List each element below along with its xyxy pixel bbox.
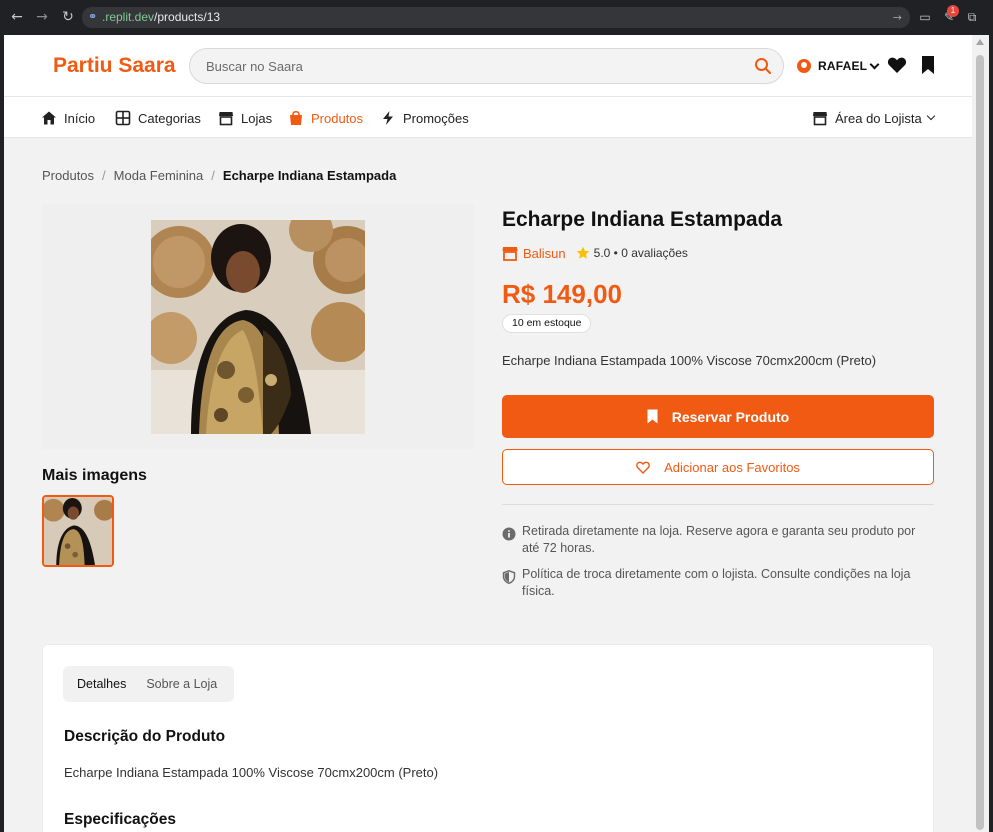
description-text: Echarpe Indiana Estampada 100% Viscose 7… xyxy=(64,765,439,780)
stock-badge: 10 em estoque xyxy=(502,314,592,333)
product-short-description: Echarpe Indiana Estampada 100% Viscose 7… xyxy=(502,353,877,368)
star-icon xyxy=(576,246,589,259)
product-image[interactable] xyxy=(151,220,365,434)
home-icon xyxy=(42,111,56,125)
details-tabs: Detalhes Sobre a Loja xyxy=(63,666,234,702)
nav-item-categorias[interactable]: Categorias xyxy=(115,109,201,127)
breadcrumb-separator: / xyxy=(211,168,215,183)
exchange-info: Política de troca diretamente com o loji… xyxy=(502,566,934,600)
site-header: Partiu Saara Buscar no Saara RAFAEL xyxy=(4,35,972,97)
add-favorite-label: Adicionar aos Favoritos xyxy=(664,459,800,475)
reserve-button[interactable]: Reservar Produto xyxy=(502,395,934,438)
product-title: Echarpe Indiana Estampada xyxy=(502,208,783,231)
more-images-title: Mais imagens xyxy=(42,467,147,484)
tab-sobre-a-loja[interactable]: Sobre a Loja xyxy=(136,671,227,697)
store-icon xyxy=(813,112,827,126)
product-thumbnail[interactable] xyxy=(42,495,114,567)
heart-icon[interactable] xyxy=(887,56,907,74)
store-icon xyxy=(502,246,518,261)
breadcrumb-separator: / xyxy=(102,168,106,183)
url-host: .replit.dev xyxy=(102,10,155,24)
shield-icon xyxy=(502,570,516,584)
go-icon[interactable]: → xyxy=(893,10,902,25)
page-scrollbar[interactable] xyxy=(972,35,989,832)
store-icon xyxy=(219,112,233,126)
pickup-info: Retirada diretamente na loja. Reserve ag… xyxy=(502,523,934,557)
nav-item-inicio[interactable]: Início xyxy=(41,109,95,127)
reload-icon[interactable]: ↻ xyxy=(59,8,77,26)
main-nav: Início Categorias Lojas Produtos Promoçõ… xyxy=(4,97,972,138)
details-card: Detalhes Sobre a Loja Descrição do Produ… xyxy=(42,644,934,832)
page-viewport: Partiu Saara Buscar no Saara RAFAEL Iníc… xyxy=(4,35,972,832)
area-lojista-label: Área do Lojista xyxy=(835,110,922,126)
tab-detalhes[interactable]: Detalhes xyxy=(67,671,137,697)
extension-badge: 1 xyxy=(947,5,959,17)
pickup-info-text: Retirada diretamente na loja. Reserve ag… xyxy=(522,524,916,555)
breadcrumb: Produtos / Moda Feminina / Echarpe India… xyxy=(42,168,396,183)
back-icon[interactable]: ← xyxy=(8,8,26,26)
grid-icon xyxy=(115,110,131,126)
heart-icon xyxy=(636,461,650,474)
user-icon xyxy=(797,59,811,73)
nav-item-promocoes[interactable]: Promoções xyxy=(380,109,469,127)
user-menu[interactable]: RAFAEL xyxy=(797,57,880,75)
reserve-button-label: Reservar Produto xyxy=(671,408,790,425)
nav-item-label: Início xyxy=(64,110,96,126)
scroll-up-icon[interactable] xyxy=(976,39,984,45)
link-icon: ⚭ xyxy=(88,10,98,23)
store-link[interactable]: Balisun xyxy=(523,246,566,261)
add-favorite-button[interactable]: Adicionar aos Favoritos xyxy=(502,449,934,485)
search-placeholder: Buscar no Saara xyxy=(206,59,303,74)
area-lojista-menu[interactable]: Área do Lojista xyxy=(812,109,935,127)
bookmark-icon[interactable] xyxy=(921,55,935,75)
nav-item-produtos[interactable]: Produtos xyxy=(288,109,363,127)
nav-item-lojas[interactable]: Lojas xyxy=(218,109,272,127)
product-price: R$ 149,00 xyxy=(502,279,622,309)
open-external-icon[interactable]: ⧉ xyxy=(964,9,980,25)
url-path: /products/13 xyxy=(154,10,221,24)
search-icon[interactable] xyxy=(753,56,773,76)
site-logo[interactable]: Partiu Saara xyxy=(53,54,176,78)
cast-icon[interactable]: ▭ xyxy=(917,9,933,25)
url-text: .replit.dev/products/13 xyxy=(102,10,220,25)
nav-item-label: Lojas xyxy=(241,110,273,126)
search-input[interactable]: Buscar no Saara xyxy=(189,48,784,84)
address-bar[interactable]: ⚭ .replit.dev/products/13 → xyxy=(82,7,910,28)
divider xyxy=(502,504,934,505)
specs-title: Especificações xyxy=(64,811,177,828)
description-title: Descrição do Produto xyxy=(64,728,226,745)
product-store-rating: Balisun 5.0 • 0 avaliações xyxy=(502,244,688,262)
bag-icon xyxy=(290,110,302,125)
breadcrumb-item-produtos[interactable]: Produtos xyxy=(42,168,94,183)
chevron-down-icon xyxy=(869,59,880,69)
bookmark-icon xyxy=(647,409,658,424)
chevron-down-icon xyxy=(926,111,935,121)
nav-item-label: Produtos xyxy=(311,110,364,126)
breadcrumb-item-category[interactable]: Moda Feminina xyxy=(114,168,204,183)
rating-text: 5.0 • 0 avaliações xyxy=(593,246,688,260)
nav-item-label: Categorias xyxy=(138,110,201,126)
user-name: RAFAEL xyxy=(818,59,868,73)
browser-toolbar: ← → ↻ ⚭ .replit.dev/products/13 → ▭ ✎ 1 … xyxy=(0,0,993,35)
forward-icon[interactable]: → xyxy=(33,8,51,26)
nav-item-label: Promoções xyxy=(403,110,469,126)
exchange-info-text: Política de troca diretamente com o loji… xyxy=(522,567,911,598)
scrollbar-thumb[interactable] xyxy=(976,55,984,830)
info-icon xyxy=(502,527,516,541)
bolt-icon xyxy=(383,111,393,125)
breadcrumb-current: Echarpe Indiana Estampada xyxy=(222,168,397,183)
